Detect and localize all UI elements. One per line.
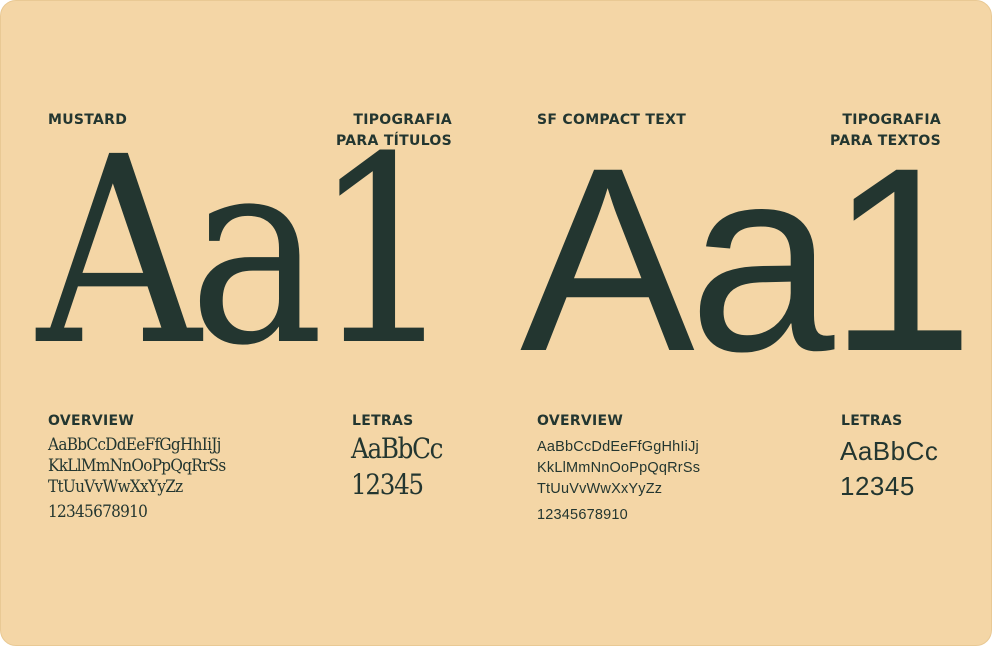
overview-line: KkLlMmNnOoPpQqRrSs <box>537 460 701 476</box>
font-specimen: Aa1 <box>37 102 456 402</box>
letters-sample: AaBbCc 12345 <box>840 434 938 504</box>
overview-sample: AaBbCcDdEeFfGgHhIiJj KkLlMmNnOoPpQqRrSs … <box>537 437 700 526</box>
overview-line: TtUuVvWwXxYyZz <box>537 481 663 497</box>
letters-line: AaBbCc <box>840 436 939 466</box>
overview-label: OVERVIEW <box>48 413 135 429</box>
font-panel-mustard: MUSTARD TIPOGRAFIA PARA TÍTULOS Aa1 OVER… <box>1 1 496 645</box>
overview-digits: 12345678910 <box>48 502 148 522</box>
font-panel-sf-compact: SF COMPACT TEXT TIPOGRAFIA PARA TEXTOS A… <box>496 1 991 645</box>
overview-line: TtUuVvWwXxYyZz <box>48 477 183 497</box>
overview-digits: 12345678910 <box>537 507 628 523</box>
font-specimen: Aa1 <box>520 113 974 406</box>
letters-sample: AaBbCc 12345 <box>351 431 443 503</box>
overview-line: AaBbCcDdEeFfGgHhIiJj <box>537 439 699 455</box>
letters-line: AaBbCc <box>351 432 443 465</box>
overview-line: KkLlMmNnOoPpQqRrSs <box>48 456 226 476</box>
overview-line: AaBbCcDdEeFfGgHhIiJj <box>48 435 221 455</box>
letters-label: LETRAS <box>352 413 414 429</box>
overview-sample: AaBbCcDdEeFfGgHhIiJj KkLlMmNnOoPpQqRrSs … <box>48 435 226 523</box>
letters-digits: 12345 <box>840 471 915 501</box>
overview-label: OVERVIEW <box>537 413 624 429</box>
letters-label: LETRAS <box>841 413 903 429</box>
typography-card: MUSTARD TIPOGRAFIA PARA TÍTULOS Aa1 OVER… <box>0 0 992 646</box>
letters-digits: 12345 <box>351 468 424 501</box>
